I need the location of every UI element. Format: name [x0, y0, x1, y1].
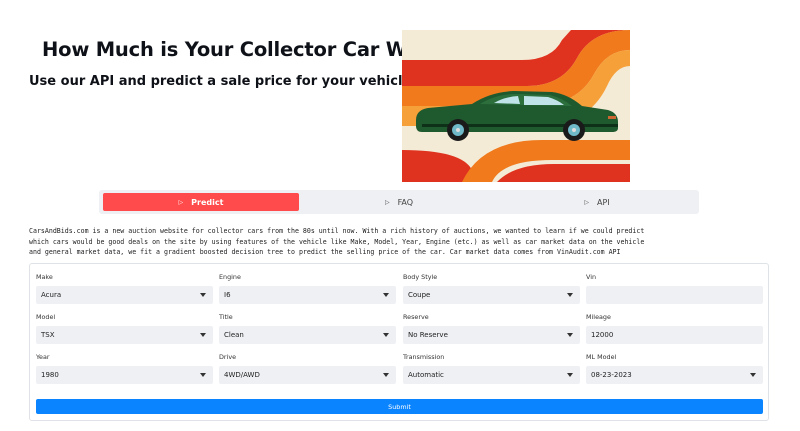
- vin-input[interactable]: [586, 286, 763, 304]
- transmission-value: Automatic: [408, 371, 444, 379]
- transmission-select[interactable]: Automatic: [403, 366, 580, 384]
- vin-label: Vin: [586, 273, 597, 281]
- play-icon: ▷: [384, 198, 390, 206]
- chevron-down-icon: [750, 373, 756, 377]
- description-line: CarsAndBids.com is a new auction website…: [29, 227, 645, 235]
- description-line: which cars would be good deals on the si…: [29, 237, 645, 246]
- description-text: CarsAndBids.com is a new auction website…: [29, 226, 649, 258]
- mileage-value: 12000: [591, 331, 614, 339]
- play-icon: ▷: [178, 198, 184, 206]
- hero-title: How Much is Your Collector Car Worth?: [42, 38, 463, 61]
- make-label: Make: [36, 273, 53, 281]
- reserve-value: No Reserve: [408, 331, 448, 339]
- hero-subtitle: Use our API and predict a sale price for…: [29, 74, 418, 89]
- hero-car-image: [402, 30, 630, 182]
- title-select[interactable]: Clean: [219, 326, 396, 344]
- mileage-label: Mileage: [586, 313, 611, 321]
- body-style-label: Body Style: [403, 273, 438, 281]
- chevron-down-icon: [567, 293, 573, 297]
- reserve-select[interactable]: No Reserve: [403, 326, 580, 344]
- tab-api[interactable]: ▷ API: [499, 193, 695, 211]
- ml-model-label: ML Model: [586, 353, 617, 361]
- tab-bar: ▷ Predict ▷ FAQ ▷ API: [99, 190, 699, 214]
- body-style-value: Coupe: [408, 291, 431, 299]
- model-select[interactable]: TSX: [36, 326, 213, 344]
- tab-faq-label: FAQ: [397, 197, 414, 207]
- prediction-form: Make Acura Engine I6 Body Style Coupe Vi…: [29, 263, 769, 421]
- ml-model-value: 08-23-2023: [591, 371, 632, 379]
- model-value: TSX: [41, 331, 55, 339]
- year-label: Year: [36, 353, 50, 361]
- engine-label: Engine: [219, 273, 241, 281]
- make-select[interactable]: Acura: [36, 286, 213, 304]
- model-label: Model: [36, 313, 56, 321]
- year-value: 1980: [41, 371, 59, 379]
- make-value: Acura: [41, 291, 62, 299]
- chevron-down-icon: [383, 333, 389, 337]
- chevron-down-icon: [200, 333, 206, 337]
- drive-select[interactable]: 4WD/AWD: [219, 366, 396, 384]
- play-icon: ▷: [584, 198, 589, 206]
- reserve-label: Reserve: [403, 313, 429, 321]
- drive-value: 4WD/AWD: [224, 371, 260, 379]
- ml-model-select[interactable]: 08-23-2023: [586, 366, 763, 384]
- chevron-down-icon: [567, 333, 573, 337]
- chevron-down-icon: [200, 373, 206, 377]
- year-select[interactable]: 1980: [36, 366, 213, 384]
- title-value: Clean: [224, 331, 244, 339]
- transmission-label: Transmission: [403, 353, 445, 361]
- tab-predict-label: Predict: [191, 197, 224, 207]
- chevron-down-icon: [383, 293, 389, 297]
- title-label: Title: [219, 313, 233, 321]
- engine-select[interactable]: I6: [219, 286, 396, 304]
- drive-label: Drive: [219, 353, 237, 361]
- tab-faq[interactable]: ▷ FAQ: [301, 193, 497, 211]
- tab-predict[interactable]: ▷ Predict: [103, 193, 299, 211]
- submit-button[interactable]: Submit: [36, 399, 763, 414]
- chevron-down-icon: [567, 373, 573, 377]
- description-line: and general market data, we fit a gradie…: [29, 248, 621, 257]
- mileage-input[interactable]: 12000: [586, 326, 763, 344]
- engine-value: I6: [224, 291, 231, 299]
- tab-api-label: API: [596, 197, 610, 207]
- chevron-down-icon: [383, 373, 389, 377]
- chevron-down-icon: [200, 293, 206, 297]
- body-style-select[interactable]: Coupe: [403, 286, 580, 304]
